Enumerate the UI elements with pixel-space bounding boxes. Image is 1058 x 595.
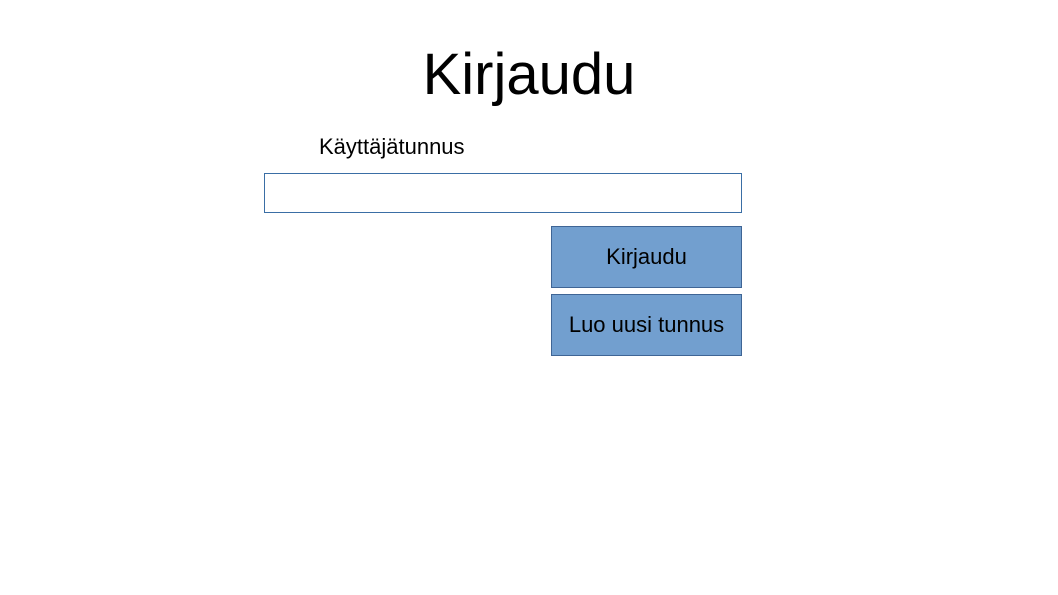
page-title: Kirjaudu	[422, 42, 636, 107]
create-account-button[interactable]: Luo uusi tunnus	[551, 294, 742, 356]
login-button[interactable]: Kirjaudu	[551, 226, 742, 288]
username-input[interactable]	[264, 173, 742, 213]
username-label: Käyttäjätunnus	[319, 134, 465, 159]
